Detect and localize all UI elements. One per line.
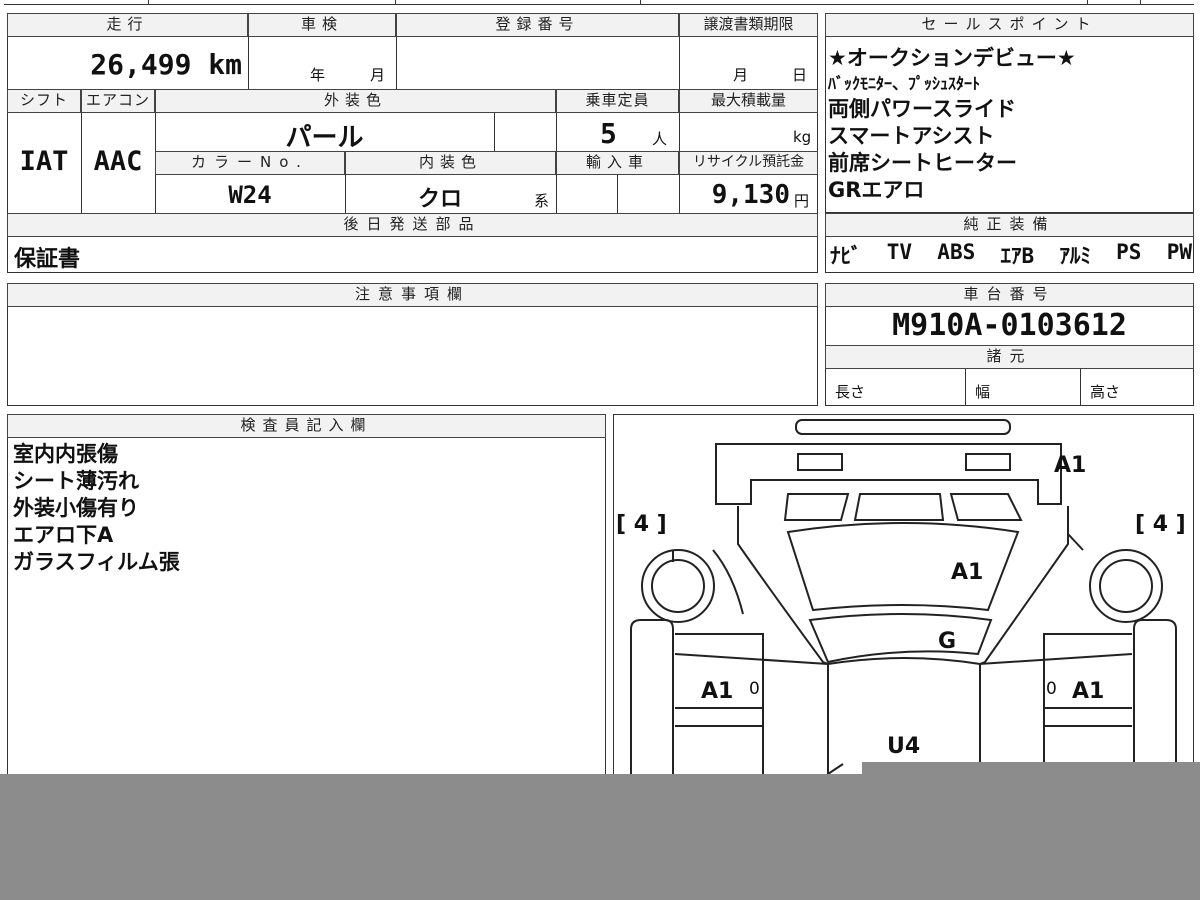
inspector-remark: 外装小傷有り	[13, 496, 139, 520]
capacity-header: 乗車定員	[556, 89, 679, 113]
recycle-fee-value: 9,130	[711, 180, 790, 210]
sales-point: ﾊﾞｯｸﾓﾆﾀｰ、ﾌﾟｯｼｭｽﾀｰﾄ	[828, 74, 981, 93]
max-load-unit: kg	[793, 128, 812, 146]
mark-tire-left: [ 4 ]	[616, 512, 667, 537]
sales-point: ★オークションデビュー★	[828, 46, 1076, 70]
car-diagram: A1 [ 4 ] [ 4 ] A1 G A1 A1 U4 0 0	[616, 419, 1186, 775]
ac-header: エアコン	[81, 89, 155, 113]
mark-tire-right: [ 4 ]	[1135, 512, 1186, 537]
inspector-remark: シート薄汚れ	[13, 469, 139, 493]
inspection-month-unit: 月	[370, 66, 386, 84]
transfer-header: 譲渡書類期限	[679, 13, 818, 37]
top-strip	[0, 0, 1200, 6]
transfer-month-unit: 月	[733, 66, 749, 84]
sales-point: スマートアシスト	[828, 124, 995, 148]
recycle-fee-unit: 円	[794, 192, 810, 210]
interior-color-value: クロ	[417, 187, 462, 212]
mark-left-fender: A1	[701, 679, 733, 704]
later-parts-value: 保証書	[14, 247, 81, 272]
rear-glass-right	[949, 493, 1023, 521]
exterior-color-header: 外装色	[155, 89, 556, 113]
sales-points-header: セールスポイント	[825, 13, 1194, 37]
capacity-value: 5	[600, 117, 617, 150]
import-header: 輸入車	[556, 151, 679, 175]
equipment-item: PW	[1166, 240, 1192, 264]
max-load-header: 最大積載量	[679, 89, 818, 113]
side-right	[1133, 619, 1177, 774]
transfer-day-unit: 日	[792, 66, 808, 84]
equipment-header: 純正装備	[825, 213, 1194, 237]
registration-header: 登録番号	[396, 13, 679, 37]
body-outline	[737, 506, 1069, 666]
sales-points-list: ★オークションデビュー★ ﾊﾞｯｸﾓﾆﾀｰ、ﾌﾟｯｼｭｽﾀｰﾄ 両側パワースライ…	[828, 45, 1192, 204]
rear-glass-center	[853, 493, 945, 521]
tire-right-inner	[1099, 559, 1153, 613]
equipment-item: PS	[1116, 240, 1142, 264]
equipment-item: ｱﾙﾐ	[1059, 244, 1091, 268]
inspector-remarks: 室内内張傷 シート薄汚れ 外装小傷有り エアロ下A ガラスフィルム張	[13, 441, 593, 576]
body-left	[672, 533, 1084, 615]
mark-top-right: A1	[1054, 453, 1086, 478]
sales-point: GRエアロ	[828, 178, 925, 202]
mileage-header: 走行	[7, 13, 248, 37]
inspector-remark: 室内内張傷	[13, 442, 118, 466]
mask-bar	[0, 774, 1200, 900]
chassis-number: M910A-0103612	[892, 308, 1127, 343]
inspection-year-unit: 年	[310, 66, 326, 84]
door-right	[978, 633, 1133, 774]
later-parts-header: 後日発送部品	[7, 213, 818, 237]
inspection-header: 車検	[248, 13, 396, 37]
side-left	[630, 619, 674, 774]
width-label: 幅	[975, 383, 991, 401]
mark-right-fender: A1	[1072, 679, 1104, 704]
sales-point: 前席シートヒーター	[828, 151, 1017, 175]
exterior-color-value: パール	[285, 123, 364, 153]
shift-value: IAT	[19, 146, 69, 177]
interior-color-header: 内装色	[345, 151, 556, 175]
mark-small-left: 0	[749, 679, 760, 699]
mark-roof: U4	[887, 734, 920, 759]
interior-color-suffix: 系	[534, 192, 550, 210]
rear-glass-left	[783, 493, 850, 521]
inspector-remark: エアロ下A	[13, 523, 114, 547]
length-label: 長さ	[835, 383, 866, 401]
tire-left-inner	[651, 559, 705, 613]
equipment-item: TV	[886, 240, 913, 264]
spoiler-shape	[795, 419, 1011, 435]
equipment-item: ﾅﾋﾞ	[830, 244, 862, 268]
chassis-header: 車台番号	[825, 283, 1194, 307]
notes-header: 注意事項欄	[7, 283, 818, 307]
mark-small-right: 0	[1046, 679, 1057, 699]
equipment-item: ｴｱB	[1000, 244, 1035, 268]
specs-header: 諸元	[825, 345, 1194, 369]
shift-header: シフト	[7, 89, 81, 113]
capacity-unit: 人	[652, 130, 668, 148]
equipment-item: ABS	[937, 240, 976, 264]
mark-windshield: G	[938, 629, 956, 654]
height-label: 高さ	[1090, 383, 1121, 401]
door-left	[674, 633, 829, 774]
inspector-header: 検査員記入欄	[7, 414, 606, 438]
mileage-value: 26,499 km	[90, 48, 242, 81]
windshield-shape	[808, 613, 993, 664]
light-right	[965, 453, 1011, 471]
equipment-list: ﾅﾋﾞ TV ABS ｴｱB ｱﾙﾐ PS PW	[830, 240, 1192, 270]
ac-value: AAC	[93, 146, 143, 177]
color-no-value: W24	[228, 181, 272, 209]
recycle-header: リサイクル預託金	[679, 151, 818, 175]
sales-point: 両側パワースライド	[828, 97, 1016, 121]
light-left	[797, 453, 843, 471]
inspector-remark: ガラスフィルム張	[13, 550, 180, 574]
roof-shape	[786, 522, 1020, 612]
color-no-header: カラーNo.	[155, 151, 345, 175]
mark-hood: A1	[951, 560, 983, 585]
